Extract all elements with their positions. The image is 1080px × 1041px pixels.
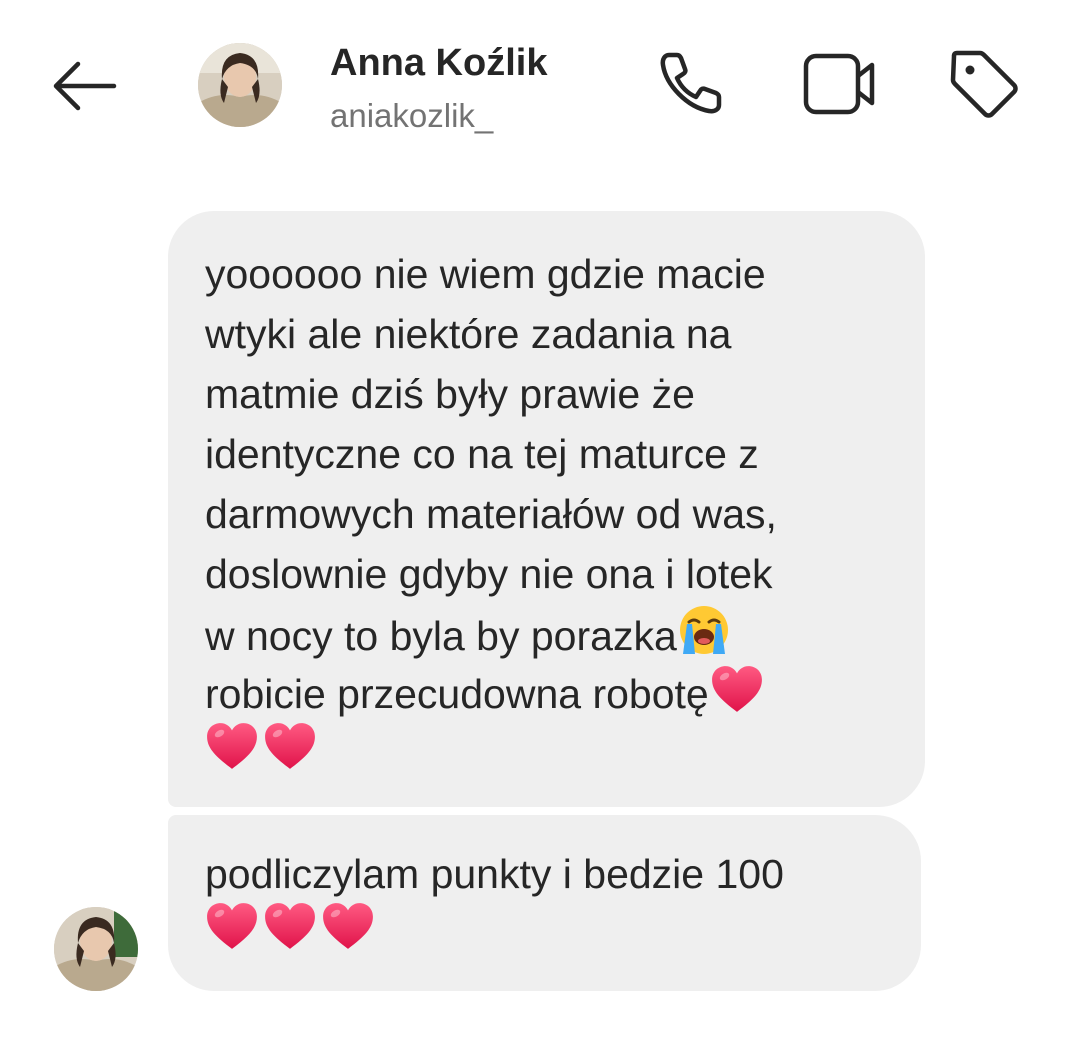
message-line: darmowych materiałów od was, bbox=[205, 491, 777, 537]
avatar[interactable] bbox=[198, 43, 282, 127]
message-line: identyczne co na tej maturce z bbox=[205, 431, 759, 477]
message-line: podliczylam punkty i bedzie 100 bbox=[205, 851, 784, 897]
red-heart-icon bbox=[263, 901, 317, 967]
message-line-with-emoji: w nocy to byla by porazka bbox=[205, 604, 905, 664]
emoji-row bbox=[205, 724, 905, 784]
call-button[interactable] bbox=[650, 46, 730, 126]
red-heart-icon bbox=[205, 901, 259, 967]
phone-icon bbox=[655, 49, 725, 124]
message-line-with-emoji: robicie przecudowna robotę bbox=[205, 664, 905, 724]
chat-header: Anna Koźlik aniakozlik_ bbox=[0, 0, 1080, 170]
tag-button[interactable] bbox=[944, 46, 1024, 126]
message-text: robicie przecudowna robotę bbox=[205, 671, 709, 717]
contact-username: aniakozlik_ bbox=[330, 97, 494, 134]
message-line: doslownie gdyby nie ona i lotek bbox=[205, 551, 773, 597]
back-button[interactable] bbox=[44, 56, 124, 120]
message-bubble[interactable]: podliczylam punkty i bedzie 100 bbox=[168, 815, 921, 991]
sender-avatar[interactable] bbox=[54, 907, 138, 991]
loudly-crying-face-icon bbox=[678, 604, 730, 672]
message-bubble[interactable]: yoooooo nie wiem gdzie macie wtyki ale n… bbox=[168, 211, 925, 807]
message-line: yoooooo nie wiem gdzie macie bbox=[205, 251, 766, 297]
red-heart-icon bbox=[710, 664, 764, 730]
message-text: w nocy to byla by porazka bbox=[205, 613, 677, 659]
arrow-left-icon bbox=[50, 60, 118, 117]
message-line: matmie dziś były prawie że bbox=[205, 371, 695, 417]
red-heart-icon bbox=[263, 721, 317, 787]
contact-name[interactable]: Anna Koźlik bbox=[330, 40, 547, 86]
video-call-button[interactable] bbox=[800, 46, 880, 126]
red-heart-icon bbox=[205, 721, 259, 787]
emoji-row bbox=[205, 904, 901, 964]
video-camera-icon bbox=[802, 51, 878, 122]
tag-icon bbox=[946, 46, 1022, 127]
message-line: wtyki ale niektóre zadania na bbox=[205, 311, 732, 357]
red-heart-icon bbox=[321, 901, 375, 967]
